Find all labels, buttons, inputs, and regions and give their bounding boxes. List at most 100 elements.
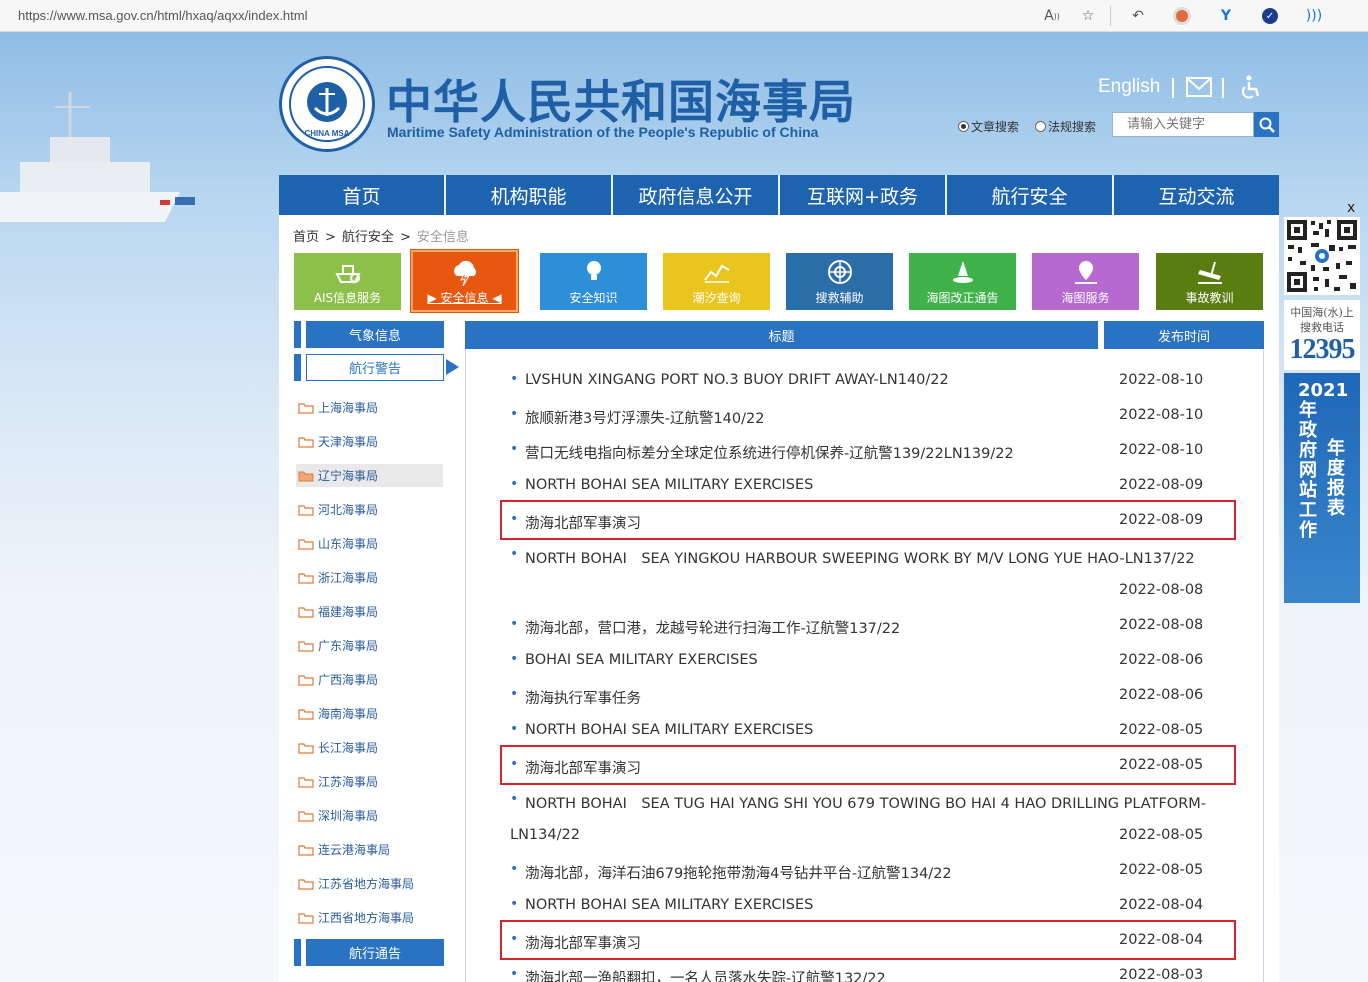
search-input[interactable] <box>1112 112 1254 137</box>
header-divider <box>1222 78 1224 98</box>
news-title-link[interactable]: 渤海执行军事任务 <box>510 686 641 708</box>
news-title-link[interactable]: NORTH BOHAI SEA MILITARY EXERCISES <box>510 476 813 493</box>
nav-internet-gov[interactable]: 互联网+政务 <box>780 175 947 215</box>
arrow-right-icon: ▶ <box>427 291 441 305</box>
sidebar-weather[interactable]: 气象信息 <box>294 321 444 348</box>
news-title-link[interactable]: BOHAI SEA MILITARY EXERCISES <box>510 651 758 668</box>
sidebar-item-label: 江苏省地方海事局 <box>318 877 415 891</box>
news-title-link[interactable]: NORTH BOHAI SEA MILITARY EXERCISES <box>510 896 813 913</box>
accessibility-icon[interactable] <box>1240 75 1262 99</box>
ship-image <box>0 92 195 222</box>
news-date: 2022-08-08 <box>1119 582 1204 598</box>
news-table: LVSHUN XINGANG PORT NO.3 BUOY DRIFT AWAY… <box>465 349 1264 982</box>
sidebar-item[interactable]: 福建海事局 <box>296 600 443 623</box>
sidebar-item-label: 辽宁海事局 <box>318 469 379 483</box>
sidebar-item[interactable]: 山东海事局 <box>296 532 443 555</box>
news-title-link[interactable]: NORTH BOHAI SEA MILITARY EXERCISES <box>510 721 813 738</box>
msa-logo[interactable]: CHINA MSA <box>279 56 375 152</box>
search-button[interactable] <box>1254 112 1279 137</box>
wifi-icon[interactable]: ))) <box>1304 6 1324 26</box>
tile-safety-info[interactable]: ▶ 安全信息 ◀ <box>411 250 518 312</box>
news-title-link[interactable]: 旅顺新港3号灯浮漂失-辽航警140/22 <box>510 406 764 428</box>
news-date: 2022-08-10 <box>1119 442 1204 458</box>
tile-accident-lessons[interactable]: 事故教训 <box>1156 253 1263 310</box>
news-title-link[interactable]: 营口无线电指向标差分全球定位系统进行停机保养-辽航警139/22LN139/22 <box>510 441 1014 463</box>
sidebar-marker <box>294 354 301 381</box>
breadcrumb-navigation-safety[interactable]: 航行安全 <box>342 230 394 245</box>
sidebar-item[interactable]: 辽宁海事局 <box>296 464 443 487</box>
tile-chart-correction[interactable]: 海图改正通告 <box>909 253 1016 310</box>
check-icon[interactable]: ✓ <box>1260 6 1280 26</box>
sidebar-item-label: 连云港海事局 <box>318 843 391 857</box>
radio-icon <box>958 121 969 132</box>
sidebar-item[interactable]: 广西海事局 <box>296 668 443 691</box>
sidebar-nav-notice[interactable]: 航行通告 <box>294 939 444 966</box>
english-link[interactable]: English <box>1098 76 1160 98</box>
sidebar-item-label: 江苏海事局 <box>318 775 379 789</box>
nav-home[interactable]: 首页 <box>279 175 446 215</box>
news-title-link[interactable]: 渤海北部，海洋石油679拖轮拖带渤海4号钻井平台-辽航警134/22 <box>510 861 952 883</box>
folder-open-icon <box>298 471 314 481</box>
news-title-link[interactable]: NORTH BOHAI SEA YINGKOU HARBOUR SWEEPING… <box>510 546 1195 568</box>
tile-rescue-aid[interactable]: 搜救辅助 <box>786 253 893 310</box>
extension-icon[interactable]: Y <box>1216 6 1236 26</box>
sidebar-item-label: 海南海事局 <box>318 707 379 721</box>
tide-chart-icon <box>703 264 729 283</box>
news-title-link[interactable]: LVSHUN XINGANG PORT NO.3 BUOY DRIFT AWAY… <box>510 371 949 388</box>
sidebar-item[interactable]: 海南海事局 <box>296 702 443 725</box>
sidebar-item-label: 长江海事局 <box>318 741 379 755</box>
tile-ais-service[interactable]: AIS信息服务 <box>294 253 401 310</box>
sidebar-item[interactable]: 江苏省地方海事局 <box>296 872 443 895</box>
news-title-link[interactable]: 渤海北部一渔船翻扣，一名人员落水失踪-辽航警132/22 <box>510 966 886 982</box>
sidebar-item[interactable]: 广东海事局 <box>296 634 443 657</box>
folder-icon <box>298 640 314 652</box>
sidebar-marker <box>294 939 301 966</box>
nav-navigation-safety[interactable]: 航行安全 <box>947 175 1114 215</box>
sidebar-item[interactable]: 河北海事局 <box>296 498 443 521</box>
sidebar-item[interactable]: 江苏海事局 <box>296 770 443 793</box>
column-header-date: 发布时间 <box>1104 321 1264 349</box>
sidebar-item[interactable]: 连云港海事局 <box>296 838 443 861</box>
back-icon[interactable]: ↶ <box>1128 6 1148 26</box>
mail-icon[interactable] <box>1186 76 1212 98</box>
search-option-article[interactable]: 文章搜索 <box>958 118 1019 135</box>
folder-icon <box>298 436 314 448</box>
annual-report-banner[interactable]: 2021年政府网站工作 年度报表 <box>1284 373 1360 603</box>
sidebar-item[interactable]: 天津海事局 <box>296 430 443 453</box>
news-date: 2022-08-05 <box>1119 722 1204 738</box>
sidebar-item-label: 广西海事局 <box>318 673 379 687</box>
rescue-hotline[interactable]: 中国海(水)上 搜救电话 12395 <box>1284 300 1360 370</box>
highlight-box <box>500 500 1236 540</box>
sidebar-item[interactable]: 长江海事局 <box>296 736 443 759</box>
sidebar-item[interactable]: 江西省地方海事局 <box>296 906 443 929</box>
address-bar[interactable]: https://www.msa.gov.cn/html/hxaq/aqxx/in… <box>18 8 308 23</box>
folder-icon <box>298 912 314 924</box>
read-aloud-icon[interactable]: A)) <box>1042 6 1062 26</box>
svg-text:CHINA MSA: CHINA MSA <box>304 129 349 138</box>
favorite-icon[interactable]: ☆ <box>1078 6 1098 26</box>
record-icon[interactable] <box>1172 6 1192 26</box>
nav-functions[interactable]: 机构职能 <box>446 175 613 215</box>
news-title-link-continued[interactable]: LN134/22 <box>510 827 580 843</box>
sidebar-item[interactable]: 深圳海事局 <box>296 804 443 827</box>
sidebar-item[interactable]: 上海海事局 <box>296 396 443 419</box>
sidebar-item[interactable]: 浙江海事局 <box>296 566 443 589</box>
sidebar-nav-warning[interactable]: 航行警告 <box>294 354 444 381</box>
folder-icon <box>298 776 314 788</box>
qr-code-image[interactable] <box>1284 217 1360 295</box>
map-pin-icon <box>1074 261 1097 284</box>
folder-icon <box>298 538 314 550</box>
news-title-link[interactable]: NORTH BOHAI SEA TUG HAI YANG SHI YOU 679… <box>510 791 1206 813</box>
search-option-law[interactable]: 法规搜索 <box>1035 118 1096 135</box>
news-title-link[interactable]: 渤海北部，营口港，龙越号轮进行扫海工作-辽航警137/22 <box>510 616 900 638</box>
radio-icon <box>1035 121 1046 132</box>
tile-tide-query[interactable]: 潮汐查询 <box>663 253 770 310</box>
nav-interaction[interactable]: 互动交流 <box>1114 175 1279 215</box>
tile-safety-knowledge[interactable]: 安全知识 <box>540 253 647 310</box>
nav-gov-info[interactable]: 政府信息公开 <box>613 175 780 215</box>
tile-chart-service[interactable]: 海图服务 <box>1032 253 1139 310</box>
breadcrumb-home[interactable]: 首页 <box>293 230 319 245</box>
anchor-emblem-icon: CHINA MSA <box>289 66 365 142</box>
folder-icon <box>298 708 314 720</box>
float-close-button[interactable]: x <box>1347 200 1355 216</box>
